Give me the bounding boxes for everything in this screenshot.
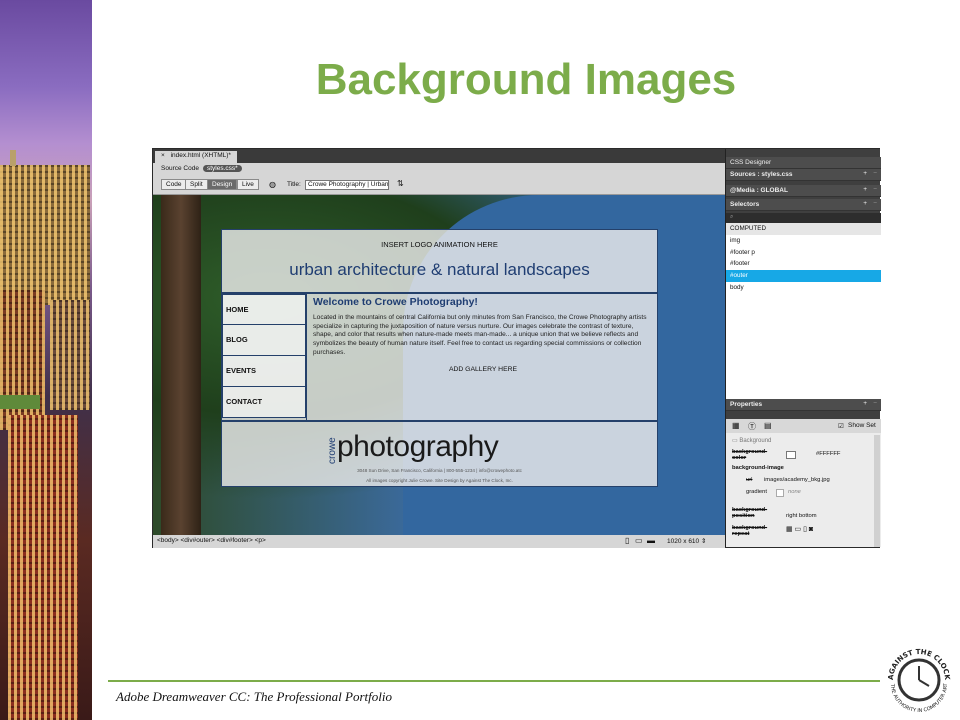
page-title-input[interactable]: Crowe Photography | Urban A xyxy=(305,180,389,190)
footer-caption: Adobe Dreamweaver CC: The Professional P… xyxy=(116,689,392,704)
selector-footer[interactable]: #footer xyxy=(726,258,881,270)
status-bar: <body> <div#outer> <div#footer> <p> ▯ ▭ … xyxy=(153,535,725,548)
footer-rule xyxy=(108,680,880,682)
logo-placeholder: INSERT LOGO ANIMATION HERE xyxy=(381,240,498,249)
gradient-value[interactable]: none xyxy=(788,489,801,495)
selectors-header[interactable]: Selectors + − xyxy=(726,199,881,211)
intro-paragraph: Located in the mountains of central Cali… xyxy=(313,314,647,356)
css-designer-tab[interactable]: CSS Designer xyxy=(726,157,881,169)
document-toolbar: Code Split Design Live ◍ Title: Crowe Ph… xyxy=(153,175,725,195)
code-view-button[interactable]: Code xyxy=(161,179,187,190)
footer-address: 3048 Sun Drive, San Francisco, Californi… xyxy=(357,468,522,473)
gradient-label: gradient xyxy=(746,489,767,495)
photography-logo: crowe photography xyxy=(327,430,557,464)
logo-photography-text: photography xyxy=(337,430,499,463)
remove-property-icon[interactable]: − xyxy=(873,400,877,407)
url-value[interactable]: images/academy_bkg.jpg xyxy=(764,477,830,483)
color-swatch[interactable] xyxy=(786,451,796,459)
dreamweaver-screenshot: × index.html (XHTML)* Source Code styles… xyxy=(152,148,881,548)
tree-trunk-image xyxy=(161,195,201,535)
bg-color-label: background-color xyxy=(732,449,768,461)
sort-icon[interactable]: ⇅ xyxy=(397,179,404,188)
gradient-swatch[interactable] xyxy=(776,489,784,497)
remove-selector-icon[interactable]: − xyxy=(873,200,877,207)
design-view: INSERT LOGO ANIMATION HERE urban archite… xyxy=(153,195,725,535)
slide: Background Images × index.html (XHTML)* … xyxy=(0,0,960,720)
properties-label: Properties xyxy=(730,401,763,408)
nav-home[interactable]: HOME xyxy=(222,294,306,325)
selector-list: COMPUTED img #footer p #footer #outer bo… xyxy=(726,223,881,399)
properties-scrollbar[interactable] xyxy=(874,435,880,547)
text-category-icon[interactable]: Ⓣ xyxy=(748,421,756,432)
close-tab-icon[interactable]: × xyxy=(161,152,165,159)
mobile-size-icon[interactable]: ▯ xyxy=(625,536,629,545)
media-header[interactable]: @Media : GLOBAL + − xyxy=(726,185,881,197)
live-view-button[interactable]: Live xyxy=(237,179,259,190)
split-view-button[interactable]: Split xyxy=(185,179,208,190)
title-label: Title: xyxy=(287,181,301,188)
selector-footer-p[interactable]: #footer p xyxy=(726,247,881,259)
against-the-clock-logo: AGAINST THE CLOCK THE AUTHORITY IN COMPU… xyxy=(883,640,951,714)
sources-label: Sources : styles.css xyxy=(730,171,793,178)
nav-contact[interactable]: CONTACT xyxy=(222,387,306,418)
bg-color-value[interactable]: #FFFFFF xyxy=(816,451,840,457)
page-footer[interactable]: crowe photography 3048 Sun Drive, San Fr… xyxy=(222,420,657,488)
nav-menu: HOME BLOG EVENTS CONTACT xyxy=(222,294,306,418)
bg-image-label: background-image xyxy=(732,465,784,471)
page-outer-div[interactable]: INSERT LOGO ANIMATION HERE urban archite… xyxy=(221,229,658,487)
gallery-placeholder: ADD GALLERY HERE xyxy=(448,365,518,373)
source-code-label[interactable]: Source Code xyxy=(161,165,199,172)
show-set-label: Show Set xyxy=(848,422,876,429)
tag-selector[interactable]: <body> <div#outer> <div#footer> <p> xyxy=(157,537,266,544)
bg-repeat-label: background-repeat xyxy=(732,525,768,537)
properties-header[interactable]: Properties + − xyxy=(726,399,881,411)
add-media-icon[interactable]: + xyxy=(863,186,867,193)
globe-icon[interactable]: ◍ xyxy=(269,180,276,189)
add-selector-icon[interactable]: + xyxy=(863,200,867,207)
selector-img[interactable]: img xyxy=(726,235,881,247)
related-files-bar: Source Code styles.css* xyxy=(153,163,725,175)
footer-copyright: All images copyright Julie Crowe. Site D… xyxy=(366,478,513,483)
selector-computed[interactable]: COMPUTED xyxy=(726,223,881,235)
design-view-button[interactable]: Design xyxy=(207,179,238,190)
properties-toolbar: ▦ Ⓣ ▤ ☑ Show Set xyxy=(726,419,881,433)
document-tab-label: index.html (XHTML)* xyxy=(170,152,231,159)
add-property-icon[interactable]: + xyxy=(863,400,867,407)
media-label: @Media : GLOBAL xyxy=(730,187,788,194)
sources-header[interactable]: Sources : styles.css + − xyxy=(726,169,881,181)
css-file-pill[interactable]: styles.css* xyxy=(203,165,242,172)
tablet-size-icon[interactable]: ▭ xyxy=(635,536,643,545)
bg-position-value[interactable]: right bottom xyxy=(786,513,817,519)
desktop-size-icon[interactable]: ▬ xyxy=(647,536,655,545)
selectors-label: Selectors xyxy=(730,201,760,208)
properties-area: ▦ Ⓣ ▤ ☑ Show Set ▭ Background background… xyxy=(726,419,881,547)
background-section-label: Background xyxy=(739,438,772,444)
nav-blog[interactable]: BLOG xyxy=(222,325,306,356)
selector-search-input[interactable]: ⌕ xyxy=(726,213,881,223)
selector-outer[interactable]: #outer xyxy=(726,270,881,282)
remove-source-icon[interactable]: − xyxy=(873,170,877,177)
css-designer-title: CSS Designer xyxy=(730,159,772,166)
nav-events[interactable]: EVENTS xyxy=(222,356,306,387)
welcome-heading: Welcome to Crowe Photography! xyxy=(313,296,478,308)
document-tabbar: × index.html (XHTML)* xyxy=(153,149,725,163)
css-designer-panel: CSS Designer Sources : styles.css + − @Med… xyxy=(725,149,881,547)
tagline: urban architecture & natural landscapes xyxy=(289,260,590,279)
slide-title: Background Images xyxy=(315,55,737,104)
url-label: url xyxy=(746,477,753,483)
add-source-icon[interactable]: + xyxy=(863,170,867,177)
viewport-size[interactable]: 1020 x 610 ⇕ xyxy=(667,537,706,545)
city-photo-strip xyxy=(0,0,92,720)
search-icon: ⌕ xyxy=(730,214,734,220)
background-category-icon[interactable]: ▤ xyxy=(764,421,772,430)
selector-body[interactable]: body xyxy=(726,282,881,294)
remove-media-icon[interactable]: − xyxy=(873,186,877,193)
repeat-options-icon[interactable]: ▦ ▭ ▯ ◙ xyxy=(786,525,813,533)
bg-position-label: background-position xyxy=(732,507,768,519)
show-set-checkbox[interactable]: ☑ xyxy=(838,422,844,430)
main-content: Welcome to Crowe Photography! Located in… xyxy=(306,292,659,420)
background-section-title: ▭ Background xyxy=(732,438,772,444)
document-tab[interactable]: × index.html (XHTML)* xyxy=(155,151,237,163)
layout-category-icon[interactable]: ▦ xyxy=(732,421,740,430)
